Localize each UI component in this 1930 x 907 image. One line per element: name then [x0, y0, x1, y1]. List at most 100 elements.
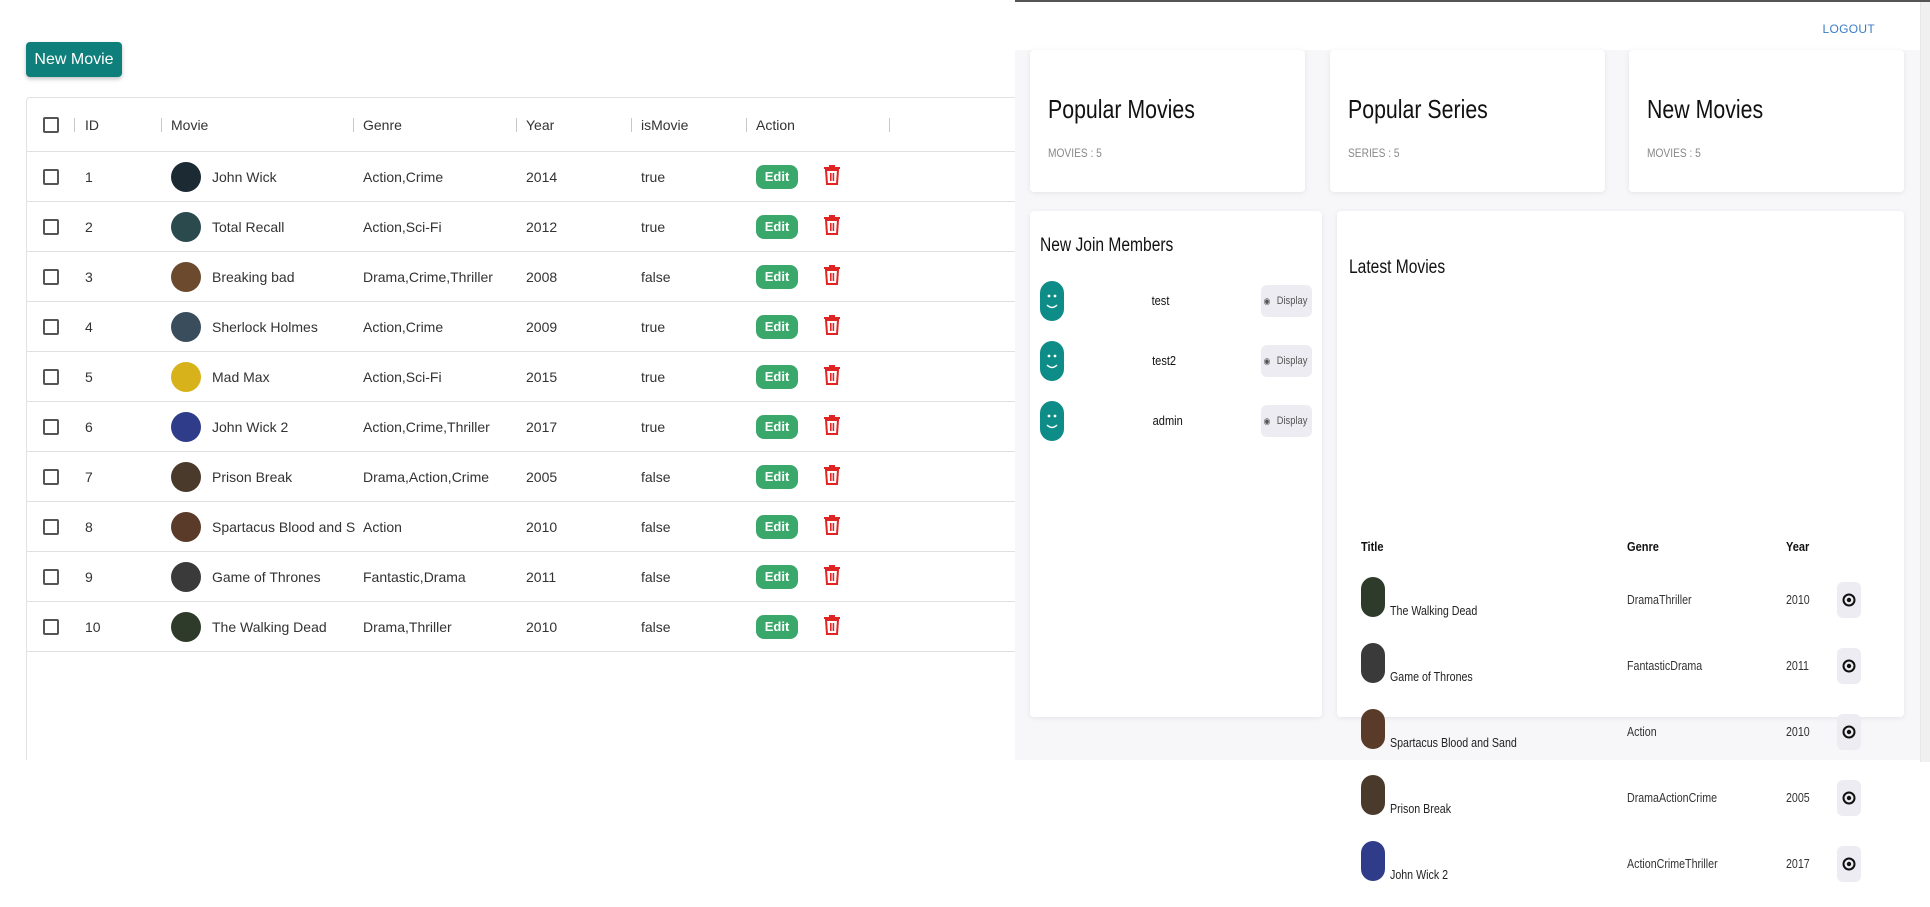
table-row[interactable]: 6 John Wick 2 Action,Crime,Thriller 2017 tru…: [27, 402, 1015, 452]
cell-id: 3: [85, 268, 93, 285]
smiley-icon: [1046, 414, 1058, 429]
cell-ismovie: true: [641, 218, 666, 235]
display-button[interactable]: ◉ Display: [1261, 285, 1312, 317]
display-label: Display: [1276, 415, 1308, 427]
delete-button[interactable]: [822, 314, 842, 339]
delete-button[interactable]: [822, 564, 842, 589]
column-header-id[interactable]: ID: [85, 98, 99, 151]
column-separator[interactable]: [353, 118, 354, 132]
table-row[interactable]: 1 John Wick Action,Crime 2014 true Edit: [27, 152, 1015, 202]
member-row: test2 ◉ Display: [1040, 339, 1312, 383]
column-separator[interactable]: [746, 118, 747, 132]
table-row[interactable]: 3 Breaking bad Drama,Crime,Thriller 2008 fal…: [27, 252, 1015, 302]
delete-button[interactable]: [822, 214, 842, 239]
delete-button[interactable]: [822, 464, 842, 489]
movie-poster-avatar: [171, 361, 201, 392]
row-checkbox[interactable]: [43, 318, 59, 335]
edit-button[interactable]: Edit: [756, 414, 798, 439]
logout-link[interactable]: LOGOUT: [1823, 22, 1875, 36]
cell-movie: John Wick: [171, 152, 355, 201]
movie-title: Mad Max: [212, 368, 270, 385]
table-row[interactable]: 4 Sherlock Holmes Action,Crime 2009 true Edit: [27, 302, 1015, 352]
column-separator[interactable]: [889, 118, 890, 132]
edit-button[interactable]: Edit: [756, 314, 798, 339]
delete-button[interactable]: [822, 614, 842, 639]
view-movie-button[interactable]: [1837, 648, 1861, 684]
cell-id: 10: [85, 618, 101, 635]
table-row[interactable]: 2 Total Recall Action,Sci-Fi 2012 true Edit: [27, 202, 1015, 252]
display-button[interactable]: ◉ Display: [1261, 345, 1312, 377]
edit-button[interactable]: Edit: [756, 564, 798, 589]
table-row[interactable]: 7 Prison Break Drama,Action,Crime 2005 false…: [27, 452, 1015, 502]
cell-movie: Total Recall: [171, 202, 355, 251]
delete-button[interactable]: [822, 514, 842, 539]
cell-id: 7: [85, 468, 93, 485]
row-checkbox[interactable]: [43, 468, 59, 485]
eye-icon: [1842, 857, 1856, 871]
delete-button[interactable]: [822, 364, 842, 389]
edit-button[interactable]: Edit: [756, 164, 798, 189]
latest-movie-year: 2017: [1786, 856, 1810, 871]
movie-poster-avatar: [171, 561, 201, 592]
cell-genre: Action: [363, 518, 402, 535]
cell-id: 2: [85, 218, 93, 235]
table-row[interactable]: 9 Game of Thrones Fantastic,Drama 2011 false…: [27, 552, 1015, 602]
latest-movie-poster: [1361, 643, 1385, 683]
row-checkbox[interactable]: [43, 368, 59, 385]
column-header-genre[interactable]: Genre: [363, 98, 402, 151]
latest-movie-title: Prison Break: [1390, 801, 1452, 816]
latest-movie-genre: Action: [1627, 724, 1657, 739]
row-checkbox[interactable]: [43, 518, 59, 535]
column-header-year[interactable]: Year: [526, 98, 554, 151]
latest-movie-row: Prison Break DramaActionCrime 2005: [1337, 775, 1897, 841]
delete-button[interactable]: [822, 414, 842, 439]
display-button[interactable]: ◉ Display: [1261, 405, 1312, 437]
edit-button[interactable]: Edit: [756, 214, 798, 239]
edit-button[interactable]: Edit: [756, 264, 798, 289]
edit-button[interactable]: Edit: [756, 364, 798, 389]
top-bar: LOGOUT: [1015, 2, 1930, 50]
cell-movie: Game of Thrones: [171, 552, 355, 601]
row-checkbox[interactable]: [43, 168, 59, 185]
column-header-movie[interactable]: Movie: [171, 98, 208, 151]
stat-card-popular-movies: Popular Movies MOVIES : 5: [1030, 50, 1305, 192]
display-label: Display: [1276, 295, 1308, 307]
column-separator[interactable]: [74, 118, 75, 132]
row-checkbox[interactable]: [43, 218, 59, 235]
view-movie-button[interactable]: [1837, 714, 1861, 750]
delete-button[interactable]: [822, 164, 842, 189]
movie-title: John Wick: [212, 168, 277, 185]
view-movie-button[interactable]: [1837, 582, 1861, 618]
delete-button[interactable]: [822, 264, 842, 289]
movie-title: Spartacus Blood and S: [212, 518, 355, 535]
view-movie-button[interactable]: [1837, 846, 1861, 882]
smiley-icon: [1046, 354, 1058, 369]
movie-title: The Walking Dead: [212, 618, 327, 635]
table-row[interactable]: 5 Mad Max Action,Sci-Fi 2015 true Edit: [27, 352, 1015, 402]
column-separator[interactable]: [631, 118, 632, 132]
row-checkbox[interactable]: [43, 568, 59, 585]
movie-poster-avatar: [171, 461, 201, 492]
table-row[interactable]: 8 Spartacus Blood and S Action 2010 false Edi…: [27, 502, 1015, 552]
row-checkbox[interactable]: [43, 418, 59, 435]
edit-button[interactable]: Edit: [756, 464, 798, 489]
row-checkbox[interactable]: [43, 618, 59, 635]
new-movie-button[interactable]: New Movie: [26, 42, 122, 77]
column-header-action[interactable]: Action: [756, 98, 795, 151]
select-all-checkbox[interactable]: [43, 116, 59, 133]
edit-button[interactable]: Edit: [756, 514, 798, 539]
eye-icon: [1842, 593, 1856, 607]
cell-actions: Edit: [756, 552, 842, 601]
column-header-ismovie[interactable]: isMovie: [641, 98, 688, 151]
column-separator[interactable]: [516, 118, 517, 132]
row-checkbox[interactable]: [43, 268, 59, 285]
row-checkbox-cell: [43, 452, 59, 501]
view-movie-button[interactable]: [1837, 780, 1861, 816]
eye-icon: [1842, 659, 1856, 673]
scrollbar[interactable]: [1920, 2, 1930, 762]
table-row[interactable]: 10 The Walking Dead Drama,Thriller 2010 fals…: [27, 602, 1015, 652]
column-separator[interactable]: [161, 118, 162, 132]
cell-year: 2010: [526, 618, 558, 635]
row-checkbox-cell: [43, 502, 59, 551]
edit-button[interactable]: Edit: [756, 614, 798, 639]
